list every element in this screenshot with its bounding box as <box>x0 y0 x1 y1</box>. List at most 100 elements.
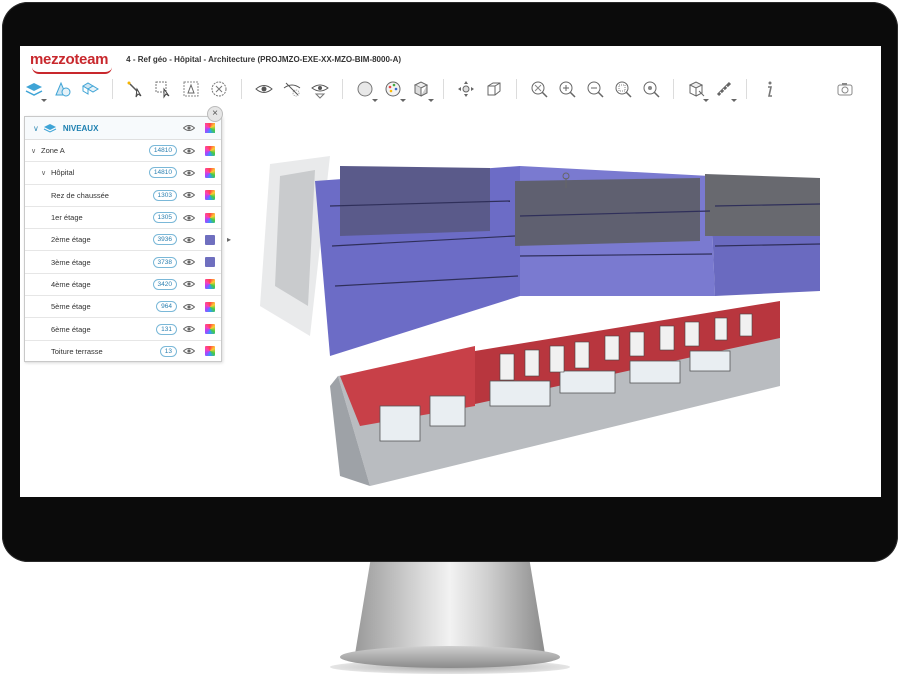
cubes-button[interactable] <box>79 78 101 100</box>
expand-chevron-icon[interactable]: ∨ <box>31 147 41 155</box>
element-count-badge: 14810 <box>148 145 177 157</box>
collapse-chevron-icon[interactable]: ∨ <box>33 124 39 133</box>
level-label: Zone A <box>41 146 65 156</box>
color-swatch-purple[interactable] <box>205 257 215 268</box>
level-row[interactable]: 6ème étage 131 <box>25 318 221 341</box>
color-picker-icon[interactable] <box>205 279 215 290</box>
eye-icon[interactable] <box>183 214 195 222</box>
levels-list: ∨ Zone A 14810 ∨ Hôpital 14810 Rez de chaussée… <box>25 140 231 363</box>
screenshot-button[interactable] <box>834 78 856 100</box>
measure-box-button[interactable] <box>685 78 709 102</box>
logo-swoosh <box>32 67 112 74</box>
level-label: 3ème étage <box>51 257 91 267</box>
clear-selection-icon <box>211 81 227 97</box>
clear-selection-button[interactable] <box>208 78 230 100</box>
zoom-window-button[interactable] <box>612 78 634 100</box>
eye-icon[interactable] <box>183 325 195 333</box>
document-title: 4 - Ref géo - Hôpital - Architecture (PR… <box>126 54 402 64</box>
level-row[interactable]: 4ème étage 3420 <box>25 274 221 297</box>
eye-icon[interactable] <box>183 191 195 199</box>
section-box-button[interactable] <box>410 78 434 102</box>
main-toolbar <box>20 74 881 104</box>
level-label: Toiture terrasse <box>51 346 103 356</box>
close-panel-button[interactable]: × <box>207 106 223 122</box>
eye-icon[interactable] <box>183 347 195 355</box>
palette-button[interactable] <box>382 78 406 102</box>
layers-caret-icon <box>41 99 47 102</box>
isolate-button[interactable] <box>309 78 331 100</box>
palette-caret-icon <box>400 99 406 102</box>
zoom-in-button[interactable] <box>556 78 578 100</box>
panel-expand-arrow-icon[interactable]: ▸ <box>227 235 231 244</box>
level-row[interactable]: Toiture terrasse 13 <box>25 341 221 363</box>
layers-button[interactable] <box>23 78 47 102</box>
camera-icon <box>837 83 853 96</box>
select-filter-button[interactable] <box>180 78 202 100</box>
section-box-caret-icon <box>428 99 434 102</box>
show-button[interactable] <box>253 78 275 100</box>
eye-icon[interactable] <box>183 124 195 132</box>
select-box-icon <box>155 81 170 99</box>
expand-chevron-icon[interactable]: ∨ <box>41 169 51 177</box>
box-select-button[interactable] <box>152 78 174 100</box>
zoom-window-icon <box>615 81 632 98</box>
color-picker-icon[interactable] <box>205 301 215 312</box>
eye-icon[interactable] <box>183 303 195 311</box>
color-swatch-purple[interactable] <box>205 234 215 245</box>
level-row[interactable]: 2ème étage 3936 ▸ <box>25 229 231 252</box>
eye-icon[interactable] <box>183 169 195 177</box>
cube-view-button[interactable] <box>483 78 505 100</box>
levels-panel-header[interactable]: ∨ NIVEAUX <box>25 117 221 140</box>
color-picker-icon[interactable] <box>205 346 215 357</box>
navigate-button[interactable] <box>455 78 477 100</box>
level-row[interactable]: ∨ Hôpital 14810 <box>25 162 221 185</box>
monitor-stand-base <box>340 646 560 668</box>
element-count-badge: 1303 <box>152 189 177 201</box>
brand-logo[interactable]: mezzoteam <box>30 50 112 74</box>
monitor: mezzoteam 4 - Ref géo - Hôpital - Archit… <box>0 0 900 680</box>
color-picker-icon[interactable] <box>205 324 215 335</box>
zoom-fit-button[interactable] <box>528 78 550 100</box>
eye-icon[interactable] <box>183 258 195 266</box>
measure-box-icon <box>688 81 705 97</box>
building-model[interactable] <box>220 106 881 497</box>
eye-icon[interactable] <box>183 280 195 288</box>
level-label: Rez de chaussée <box>51 190 109 200</box>
level-row[interactable]: 5ème étage 964 <box>25 296 221 319</box>
magic-select-button[interactable] <box>124 78 146 100</box>
3d-viewport[interactable] <box>220 106 881 497</box>
zoom-selection-icon <box>643 81 660 98</box>
eye-icon[interactable] <box>183 147 195 155</box>
sphere-button[interactable] <box>354 78 378 102</box>
info-button[interactable] <box>758 78 780 100</box>
select-filter-icon <box>183 81 199 97</box>
layers-small-icon <box>43 124 57 133</box>
roof-block-west <box>340 166 490 236</box>
shapes-icon <box>55 81 71 97</box>
color-picker-icon[interactable] <box>205 123 215 133</box>
level-row[interactable]: 1er étage 1305 <box>25 207 221 230</box>
color-picker-icon[interactable] <box>205 145 215 156</box>
magic-wand-icon <box>127 81 142 98</box>
level-label: Hôpital <box>51 168 75 178</box>
toolbar-separator <box>241 79 242 99</box>
level-row[interactable]: ∨ Zone A 14810 <box>25 140 221 163</box>
level-row[interactable]: 3ème étage 3738 <box>25 251 221 274</box>
ruler-button[interactable] <box>713 78 737 102</box>
zoom-out-button[interactable] <box>584 78 606 100</box>
eye-icon <box>255 85 273 93</box>
brand-logo-text: mezzoteam <box>30 50 109 68</box>
shapes-button[interactable] <box>51 78 73 100</box>
ruler-icon <box>716 81 732 97</box>
element-count-badge: 3738 <box>152 256 177 268</box>
zoom-selection-button[interactable] <box>640 78 662 100</box>
eye-icon[interactable] <box>183 236 195 244</box>
level-row[interactable]: Rez de chaussée 1303 <box>25 185 221 207</box>
element-count-badge: 3420 <box>152 278 177 290</box>
hide-button[interactable] <box>281 78 303 100</box>
color-picker-icon[interactable] <box>205 190 215 201</box>
ruler-caret-icon <box>731 99 737 102</box>
color-picker-icon[interactable] <box>205 167 215 178</box>
color-picker-icon[interactable] <box>205 212 215 223</box>
element-count-badge: 964 <box>156 301 177 313</box>
